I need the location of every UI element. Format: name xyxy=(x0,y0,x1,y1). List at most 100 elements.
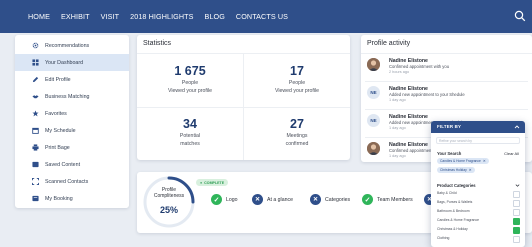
sidebar-item-dashboard[interactable]: Your Dashboard xyxy=(15,54,129,71)
avatar xyxy=(367,142,380,155)
sidebar-item-saved-content[interactable]: Saved Content xyxy=(15,156,129,173)
gear-icon xyxy=(32,42,39,49)
step-categories[interactable]: ✕ Categories xyxy=(310,194,350,205)
pencil-icon xyxy=(32,76,39,83)
category-checkbox[interactable] xyxy=(513,209,520,216)
sidebar-item-label: Print Bage xyxy=(45,144,70,151)
stat-value: 27 xyxy=(290,117,304,131)
check-icon: ● xyxy=(200,180,203,185)
avatar xyxy=(367,58,380,71)
activity-item[interactable]: NE Nadine Elistone Added new appointment… xyxy=(361,83,532,109)
category-item: Christmas & Holiday xyxy=(437,227,468,231)
activity-item[interactable]: Nadine Elistone Confirmed appointment wi… xyxy=(361,55,532,81)
completeness-title-line2: Compliteness xyxy=(153,193,185,199)
statistics-title: Statistics xyxy=(143,40,172,47)
sidebar-item-label: My Schedule xyxy=(45,127,76,134)
category-checkbox[interactable] xyxy=(513,200,520,207)
step-at-a-glance[interactable]: ✕ At a glance xyxy=(252,194,293,205)
sidebar-item-label: My Booking xyxy=(45,195,73,202)
sidebar-item-print-badge[interactable]: Print Bage xyxy=(15,139,129,156)
sidebar-item-schedule[interactable]: My Schedule xyxy=(15,122,129,139)
divider xyxy=(361,53,532,54)
stat-label-line1: People xyxy=(288,80,306,86)
sidebar-item-scanned-contacts[interactable]: Scanned Contacts xyxy=(15,173,129,190)
bookmark-icon xyxy=(32,161,39,168)
sidebar-item-label: Scanned Contacts xyxy=(45,178,89,185)
category-checkbox[interactable] xyxy=(513,218,520,225)
scan-icon xyxy=(32,178,39,185)
avatar: NE xyxy=(367,86,380,99)
nav-blog[interactable]: BLOG xyxy=(205,12,225,21)
category-item: Bags, Purses & Wallets xyxy=(437,200,473,204)
booking-icon xyxy=(32,195,39,202)
handshake-icon xyxy=(32,95,39,99)
category-item: Bathroom & Bedroom xyxy=(437,209,470,213)
nav-visit[interactable]: VISIT xyxy=(101,12,119,21)
close-icon[interactable]: ✕ xyxy=(483,159,486,163)
close-icon[interactable]: ✕ xyxy=(469,168,472,172)
sidebar-item-label: Your Dashboard xyxy=(45,59,84,66)
sidebar-item-booking[interactable]: My Booking xyxy=(15,190,129,207)
stat-profile-views: 1 675 People Viewed your profile xyxy=(137,64,243,94)
activity-time: 1 day ago xyxy=(389,154,406,158)
step-logo[interactable]: ✓ Logo xyxy=(211,194,238,205)
nav-exhibit[interactable]: EXHIBIT xyxy=(61,12,90,21)
stat-label-line2: Viewed your profile xyxy=(167,88,213,95)
nav-menu: HOME EXHIBIT VISIT 2018 HIGHLIGHTS BLOG … xyxy=(28,12,288,21)
stat-label-line1: Potential xyxy=(179,133,201,139)
divider xyxy=(365,109,528,110)
avatar: NE xyxy=(367,114,380,127)
filter-title: FILTER BY xyxy=(437,124,462,129)
divider xyxy=(365,81,528,82)
nav-home[interactable]: HOME xyxy=(28,12,50,21)
category-checkbox[interactable] xyxy=(513,236,520,243)
stat-people-viewed: 17 People Viewed your profile xyxy=(244,64,350,94)
stat-label-line1: People xyxy=(181,80,199,86)
filter-search-input[interactable]: Refine your search by xyxy=(436,137,520,144)
activity-desc: Added new appointment to your Shedule xyxy=(389,92,465,97)
printer-icon xyxy=(32,144,39,151)
step-label: Team Members xyxy=(377,196,413,203)
status-badge-label: COMPLETE xyxy=(204,180,225,185)
your-search-label: Your Search xyxy=(437,151,462,156)
search-icon[interactable] xyxy=(514,10,526,22)
category-checkbox[interactable] xyxy=(513,227,520,234)
category-item: Candles & Home Fragrance xyxy=(437,218,480,222)
sidebar-item-label: Recommendations xyxy=(45,42,90,49)
completeness-ring xyxy=(143,176,195,228)
stat-label-line2: confirmed xyxy=(285,141,309,148)
nav-highlights[interactable]: 2018 HIGHLIGHTS xyxy=(130,12,193,21)
filter-tag[interactable]: Christmas Holiday ✕ xyxy=(437,167,475,173)
step-label: At a glance xyxy=(267,196,293,203)
close-icon: ✕ xyxy=(310,194,321,205)
completeness-title: Profile Compliteness xyxy=(141,187,197,199)
clear-all-link[interactable]: Clear All xyxy=(504,151,519,156)
filter-header: FILTER BY xyxy=(431,121,525,133)
filter-tag-label: Candles & Home Fragrance xyxy=(440,159,481,163)
status-badge: ● COMPLETE xyxy=(196,179,229,186)
sidebar-item-label: Business Matching xyxy=(45,93,90,100)
sidebar: Recommendations Your Dashboard Edit Prof… xyxy=(15,35,129,208)
sidebar-item-label: Edit Profile xyxy=(45,76,71,83)
sidebar-item-label: Saved Content xyxy=(45,161,81,168)
sidebar-item-recommendations[interactable]: Recommendations xyxy=(15,37,129,54)
nav-contacts[interactable]: CONTACTS US xyxy=(236,12,288,21)
stat-value: 1 675 xyxy=(174,64,206,78)
stat-meetings-confirmed: 27 Meetings confirmed xyxy=(244,117,350,147)
sidebar-item-business-matching[interactable]: Business Matching xyxy=(15,88,129,105)
sidebar-item-edit-profile[interactable]: Edit Profile xyxy=(15,71,129,88)
filter-tag[interactable]: Candles & Home Fragrance ✕ xyxy=(437,158,489,164)
activity-time: 1 day ago xyxy=(389,98,406,102)
category-checkbox[interactable] xyxy=(513,191,520,198)
activity-time: 2 hours ago xyxy=(389,70,410,74)
sidebar-item-favorites[interactable]: Favorites xyxy=(15,105,129,122)
chevron-down-icon[interactable] xyxy=(515,183,520,188)
chevron-up-icon[interactable] xyxy=(514,124,520,130)
category-item: Baby & Child xyxy=(437,191,457,195)
step-team-members[interactable]: ✓ Team Members xyxy=(362,194,413,205)
stat-label-line1: Meetings xyxy=(286,133,308,139)
statistics-card: Statistics 1 675 People Viewed your prof… xyxy=(137,35,350,160)
product-categories-label: Product Categories xyxy=(437,183,476,188)
close-icon: ✕ xyxy=(252,194,263,205)
activity-title: Profile activity xyxy=(367,40,411,47)
